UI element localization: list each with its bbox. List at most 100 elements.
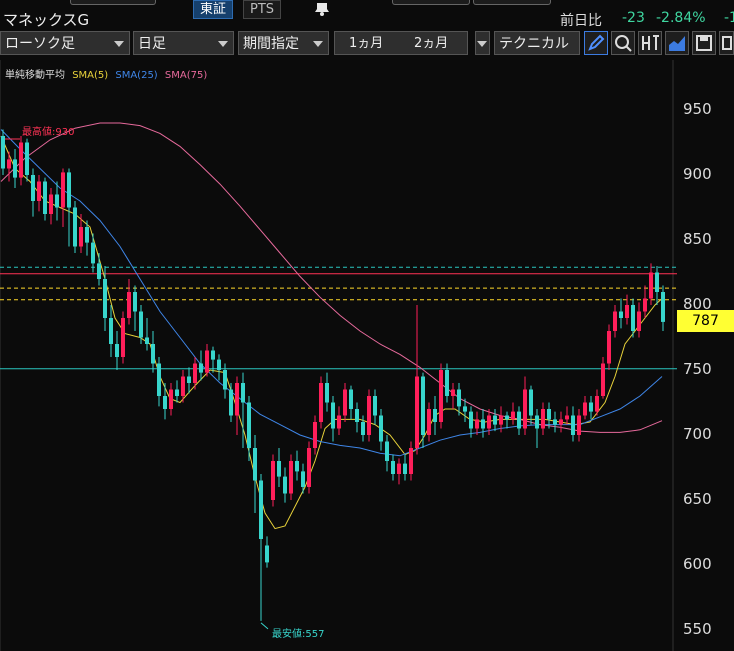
candle-body (73, 207, 77, 247)
zoom-icon[interactable] (611, 31, 635, 55)
header-button[interactable] (392, 0, 470, 5)
candle-body (601, 363, 605, 396)
candle-body (427, 409, 431, 435)
range-1m-button[interactable]: 1ヵ月 (349, 32, 383, 56)
change-label: 前日比 (560, 13, 602, 29)
chart-type-select[interactable]: ローソク足 (0, 31, 130, 55)
candle-body (241, 383, 245, 403)
candle-body (307, 448, 311, 487)
change-value: -23 (622, 10, 645, 26)
low-annotation: 最安値:557 (272, 629, 325, 640)
candle-body (649, 272, 653, 299)
candle-body (505, 415, 509, 420)
header-button[interactable] (473, 0, 551, 5)
candle-body (271, 461, 275, 500)
candle-body (625, 305, 629, 318)
candlestick-chart[interactable] (0, 60, 734, 651)
candle-body (169, 389, 173, 409)
y-tick-label: 700 (683, 425, 712, 443)
candle-body (157, 363, 161, 396)
candle-body (61, 172, 65, 208)
y-tick-label: 950 (683, 100, 712, 118)
pencil-icon[interactable] (584, 31, 608, 55)
candle-body (289, 461, 293, 494)
low-marker (260, 622, 269, 630)
candle-body (229, 389, 233, 416)
candle-body (535, 415, 539, 429)
candle-body (1, 136, 5, 169)
candle-body (445, 370, 449, 396)
candle-body (331, 402, 335, 429)
candle-body (433, 409, 437, 422)
chart-toolbar: ローソク足 日足 期間指定 1ヵ月 2ヵ月 テクニカル (0, 31, 734, 57)
candle-body (91, 242, 95, 264)
candle-body (193, 363, 197, 383)
interval-select[interactable]: 日足 (133, 31, 234, 55)
candle-body (547, 409, 551, 420)
candle-body (349, 389, 353, 409)
candle-body (655, 272, 659, 292)
grid-icon[interactable] (719, 31, 734, 55)
candle-body (325, 383, 329, 403)
candle-body (571, 415, 575, 435)
chevron-down-icon (114, 41, 124, 47)
candle-body (49, 194, 53, 214)
candle-body (343, 389, 347, 416)
technical-button[interactable]: テクニカル (494, 31, 580, 55)
candle-body (247, 402, 251, 448)
candle-body (127, 292, 131, 318)
candle-body (439, 370, 443, 422)
candle-body (415, 376, 419, 448)
candle-body (619, 311, 623, 318)
candle-body (391, 461, 395, 474)
range-dropdown[interactable] (475, 31, 490, 55)
range-2m-button[interactable]: 2ヵ月 (414, 32, 448, 56)
candle-body (97, 263, 101, 279)
alert-bell-icon[interactable] (310, 0, 334, 16)
exit-icon[interactable] (638, 31, 662, 55)
stock-name: マネックスG (3, 11, 90, 29)
candle-body (463, 406, 467, 412)
candle-body (409, 448, 413, 474)
candle-body (115, 344, 119, 357)
candle-body (313, 422, 317, 448)
candle-body (565, 415, 569, 420)
header-button[interactable] (70, 0, 156, 5)
area-chart-icon[interactable] (665, 31, 689, 55)
y-tick-label: 850 (683, 230, 712, 248)
candle-body (637, 311, 641, 331)
tab-pts[interactable]: PTS (243, 0, 282, 19)
candle-body (109, 318, 113, 344)
candle-body (13, 159, 17, 178)
candle-body (523, 389, 527, 429)
candle-body (187, 376, 191, 383)
high-annotation: 最高値:930 (22, 127, 75, 138)
candle-body (553, 419, 557, 425)
change-percent: -2.84% (656, 10, 706, 26)
candle-body (25, 142, 29, 175)
save-icon[interactable] (692, 31, 716, 55)
candle-body (265, 545, 269, 563)
tab-tse[interactable]: 東証 (193, 0, 234, 19)
period-select[interactable]: 期間指定 (238, 31, 329, 55)
candle-body (103, 279, 107, 318)
candle-body (397, 463, 401, 474)
candle-body (613, 311, 617, 331)
candle-body (451, 389, 455, 396)
candle-body (211, 350, 215, 360)
candle-body (457, 389, 461, 407)
candle-body (37, 181, 41, 201)
candle-body (379, 415, 383, 442)
candle-body (283, 476, 287, 494)
candle-body (67, 172, 71, 208)
range-buttons: 1ヵ月 2ヵ月 (334, 31, 468, 55)
candle-body (151, 344, 155, 364)
chevron-down-icon (477, 41, 487, 47)
candle-body (403, 463, 407, 474)
candle-body (595, 396, 599, 412)
candle-body (7, 159, 11, 169)
chevron-down-icon (218, 41, 228, 47)
y-tick-label: 650 (683, 490, 712, 508)
candle-body (301, 471, 305, 487)
candle-body (145, 337, 149, 344)
